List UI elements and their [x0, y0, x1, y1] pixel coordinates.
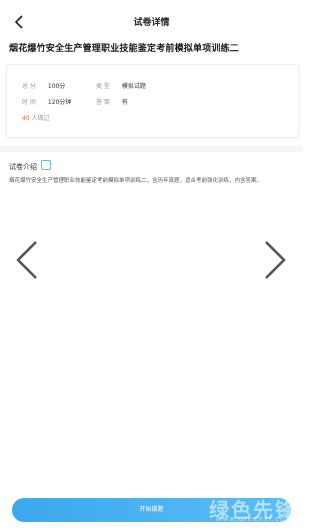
answer-row: 答 案有	[96, 97, 128, 106]
document-icon	[41, 160, 51, 170]
time-row: 时 间 120分钟	[22, 97, 71, 106]
score-label: 总 分	[22, 83, 36, 90]
start-exam-button[interactable]: 开始做题	[12, 498, 291, 522]
attend-count: 40 人做过	[22, 113, 50, 122]
type-value: 模拟试题	[121, 83, 146, 90]
intro-heading: 试卷介绍	[9, 160, 51, 172]
answer-value: 有	[121, 99, 128, 106]
time-value: 120分钟	[47, 99, 72, 106]
intro-heading-text: 试卷介绍	[9, 163, 37, 171]
type-row: 类 型 模拟试题	[96, 81, 146, 90]
prev-arrow[interactable]	[14, 238, 40, 282]
score-value: 100分	[47, 83, 66, 90]
attend-number: 40	[22, 115, 30, 122]
top-bar: 试卷详情	[0, 0, 303, 44]
exam-title: 烟花爆竹安全生产管理职业技能鉴定考前模拟单项训练二	[9, 44, 240, 54]
type-label: 类 型	[96, 83, 110, 90]
page-title: 试卷详情	[133, 18, 170, 28]
intro-text: 烟花爆竹安全生产管理职业技能鉴定考前模拟单项训练二，含历年真题，适合考前强化训练…	[9, 178, 263, 184]
section-divider	[0, 146, 303, 152]
answer-label: 答 案	[96, 99, 110, 106]
time-label: 时 间	[22, 99, 36, 106]
score-row: 总 分 100分	[22, 81, 65, 90]
next-arrow[interactable]	[262, 238, 288, 282]
attend-suffix: 人做过	[31, 115, 50, 122]
chevron-left-icon	[15, 239, 39, 281]
chevron-right-icon	[263, 239, 287, 281]
